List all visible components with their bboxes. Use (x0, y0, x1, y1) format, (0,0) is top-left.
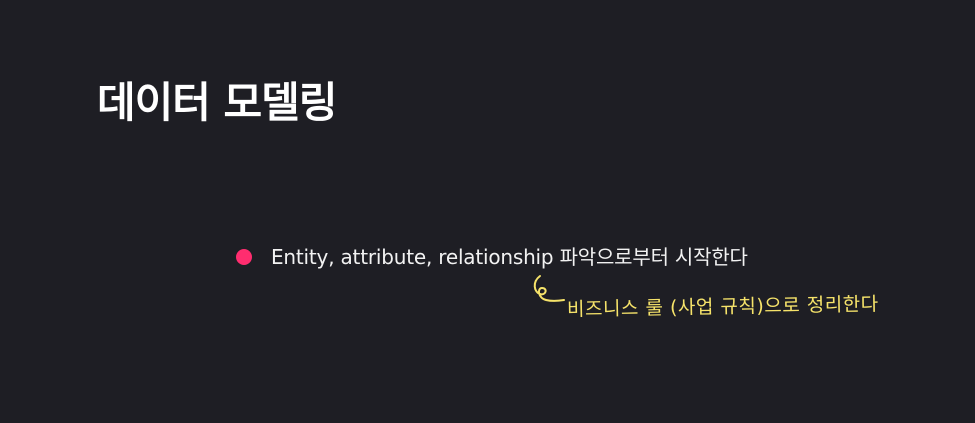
bullet-text: Entity, attribute, relationship 파악으로부터 시… (271, 245, 748, 269)
bullet-item: Entity, attribute, relationship 파악으로부터 시… (236, 240, 748, 274)
slide: 데이터 모델링 Entity, attribute, relationship … (0, 0, 975, 423)
bullet-dot (236, 249, 252, 265)
curly-arrow-icon (533, 275, 565, 302)
slide-title: 데이터 모델링 (97, 78, 337, 127)
annotation-text: 비즈니스 룰 (사업 규칙)으로 정리한다 (566, 293, 879, 321)
